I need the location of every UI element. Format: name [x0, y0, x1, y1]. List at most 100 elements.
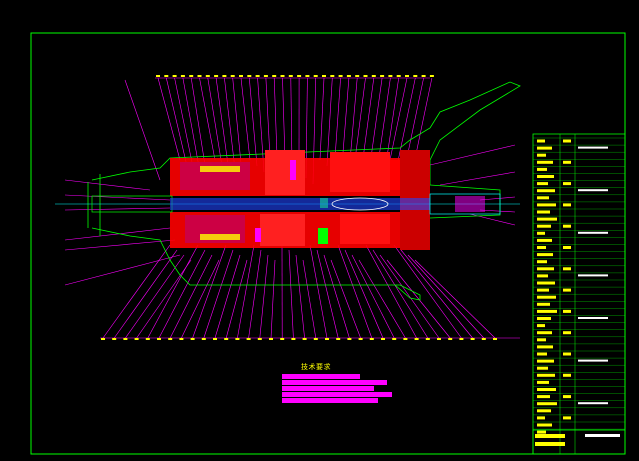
part-label — [156, 75, 160, 77]
part-label — [288, 75, 293, 77]
part-label — [470, 338, 475, 340]
title-block-text — [537, 260, 547, 264]
part-label — [413, 75, 418, 77]
title-block-text — [563, 288, 571, 292]
part-label — [123, 338, 128, 340]
part-label — [222, 75, 227, 77]
leader-line — [479, 196, 516, 201]
part-label — [257, 338, 262, 340]
title-block-text — [537, 196, 549, 200]
part-label — [403, 338, 408, 340]
leader-line — [237, 244, 255, 339]
leader-line — [351, 254, 395, 339]
title-block-text — [578, 402, 608, 405]
title-block-text — [563, 331, 571, 335]
title-block-text — [563, 224, 571, 228]
leader-line — [302, 259, 317, 339]
part-label — [338, 75, 343, 77]
part-label — [263, 75, 268, 77]
part-label — [346, 75, 351, 77]
part-label — [481, 338, 486, 340]
technical-requirements-notes — [282, 374, 392, 404]
title-block-text — [537, 210, 550, 214]
note-line — [282, 386, 374, 391]
title-block-text — [537, 395, 550, 399]
title-block-text — [563, 416, 571, 420]
part-label — [347, 338, 352, 340]
title-block-text — [537, 380, 549, 384]
part-label — [101, 338, 105, 340]
title-block-text — [537, 217, 557, 221]
technical-requirements-title: 技术要求 — [301, 363, 331, 371]
part-label — [189, 75, 194, 77]
part-label — [336, 338, 341, 340]
part-label — [205, 75, 210, 77]
leader-line — [249, 77, 258, 167]
part-label — [269, 338, 273, 340]
title-block-text — [537, 281, 555, 285]
part-label — [134, 338, 139, 340]
leader-line — [199, 77, 216, 161]
leader-line — [270, 259, 276, 339]
part-label — [322, 75, 326, 77]
leader-line — [64, 239, 176, 251]
leader-line — [257, 77, 265, 173]
leader-line — [429, 144, 516, 166]
part-label — [272, 75, 277, 77]
part-label — [392, 338, 397, 340]
note-line — [282, 398, 378, 403]
leader-line — [240, 77, 251, 161]
title-block-text — [537, 338, 546, 342]
leader-line — [295, 254, 305, 339]
leader-line — [316, 249, 339, 339]
part-number-labels-bottom — [101, 338, 497, 340]
part-label — [239, 75, 243, 77]
part-label — [297, 75, 302, 77]
part-label — [255, 75, 260, 77]
part-label — [305, 75, 310, 77]
leader-lines-bottom — [100, 244, 520, 339]
part-label — [493, 338, 497, 340]
part-label — [325, 338, 329, 340]
title-block-text — [578, 359, 608, 362]
title-block-text — [563, 309, 571, 313]
leader-line — [344, 249, 384, 339]
title-block-text — [578, 274, 608, 277]
leader-line — [158, 249, 206, 339]
title-block-text — [537, 246, 546, 249]
leader-line — [215, 77, 230, 173]
leader-line — [169, 254, 213, 339]
leader-line — [439, 171, 516, 186]
leader-line — [400, 249, 473, 339]
title-block-text — [537, 317, 551, 320]
leader-line — [225, 259, 248, 339]
part-label — [247, 75, 252, 77]
part-label — [380, 75, 385, 77]
title-block-text — [537, 373, 555, 377]
part-label — [168, 338, 173, 340]
part-label — [112, 338, 117, 340]
title-block-text — [578, 317, 608, 319]
title-block-text — [578, 231, 608, 234]
leader-line — [323, 254, 350, 339]
part-label — [235, 338, 240, 340]
leader-line — [354, 77, 366, 161]
part-label — [302, 338, 307, 340]
title-block-text — [563, 246, 571, 249]
part-label — [291, 338, 296, 340]
title-block-text — [537, 238, 552, 242]
part-label — [313, 75, 318, 77]
part-label — [190, 338, 195, 340]
title-block-text — [537, 423, 552, 427]
leader-line — [365, 244, 417, 339]
part-label — [180, 75, 185, 77]
leader-line — [407, 254, 485, 339]
leader-line — [181, 259, 220, 339]
part-label — [429, 75, 434, 77]
title-block-text — [537, 409, 551, 413]
part-label — [280, 75, 285, 77]
part-number-labels-top — [156, 75, 434, 77]
part-label — [179, 338, 184, 340]
title-block-text — [563, 139, 571, 143]
part-label — [425, 338, 430, 340]
